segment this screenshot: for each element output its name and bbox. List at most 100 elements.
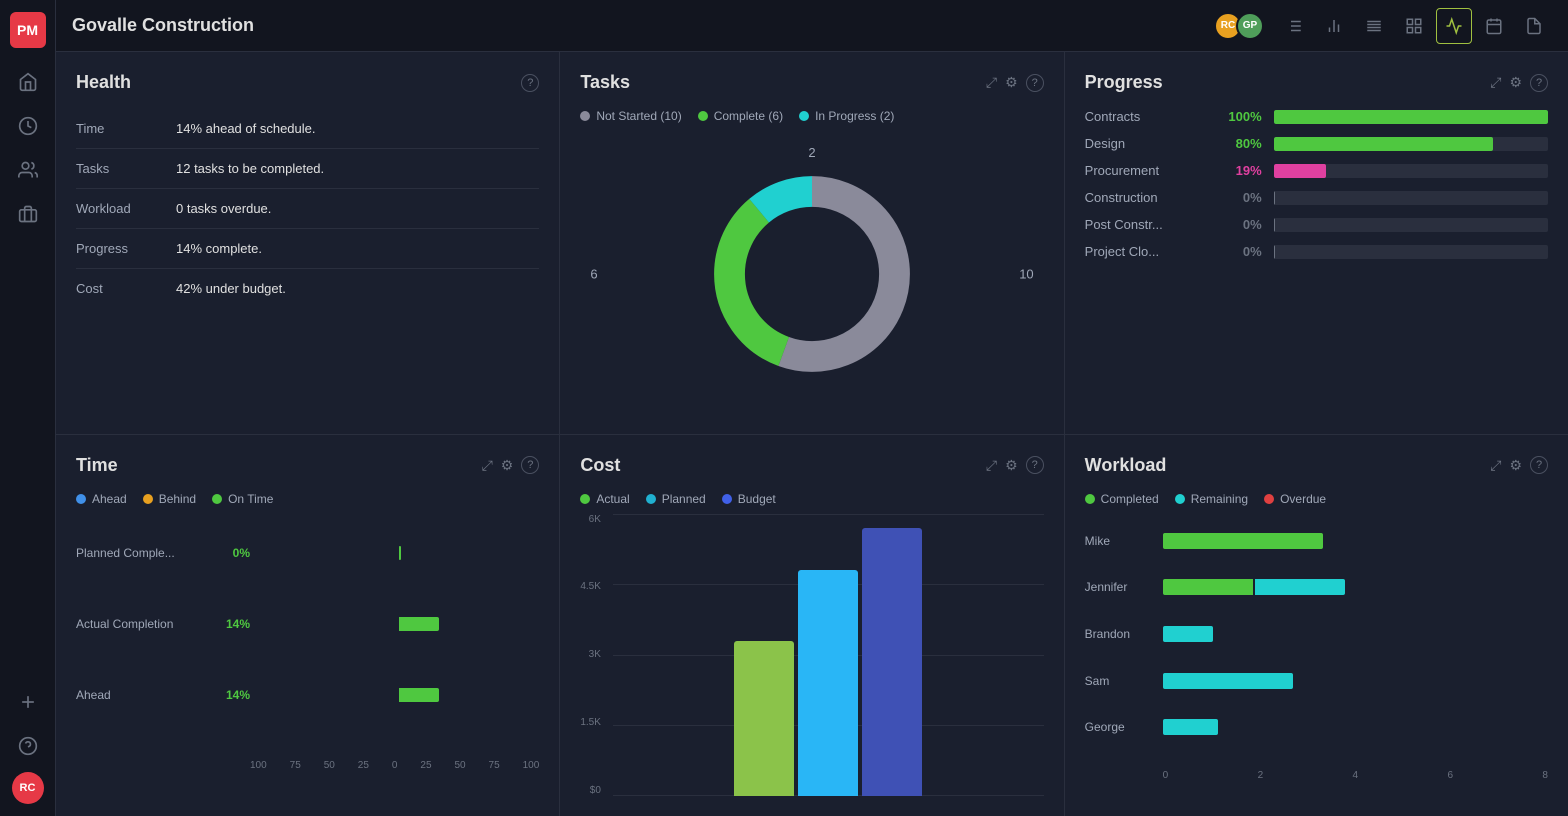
time-legend: Ahead Behind On Time [76,492,539,506]
workload-gear-icon[interactable]: ⚙ [1509,457,1522,474]
health-row-tasks: Tasks 12 tasks to be completed. [76,149,539,189]
legend-label-remaining: Remaining [1191,492,1248,506]
time-axis-100-left: 100 [250,760,267,771]
cost-help-icon[interactable]: ? [1026,456,1044,474]
toolbar-grid-icon[interactable] [1396,8,1432,44]
sidebar-add-button[interactable] [10,684,46,720]
legend-dot-in-progress [799,111,809,121]
cost-bar-group [734,514,922,797]
time-label-actual: Actual Completion [76,617,206,631]
sidebar-item-clock[interactable] [10,108,46,144]
legend-label-complete: Complete (6) [714,109,783,123]
progress-bar-bg-contracts [1274,110,1548,124]
progress-label-procurement: Procurement [1085,163,1205,178]
legend-behind: Behind [143,492,196,506]
workload-row-george: George [1085,719,1548,735]
progress-label-design: Design [1085,136,1205,151]
legend-label-behind: Behind [159,492,196,506]
time-axis-75-left: 75 [290,760,301,771]
sidebar-item-home[interactable] [10,64,46,100]
cost-bar-actual [734,641,794,796]
cost-expand-icon[interactable]: ⤢ [986,457,997,474]
progress-bar-construction [1274,191,1275,205]
toolbar-align-icon[interactable] [1356,8,1392,44]
donut-label-right: 10 [1019,267,1033,282]
legend-dot-behind [143,494,153,504]
health-panel-actions: ? [521,74,539,92]
time-expand-icon[interactable]: ⤢ [482,457,493,474]
tasks-legend: Not Started (10) Complete (6) In Progres… [580,109,1043,123]
progress-pct-design: 80% [1217,136,1262,151]
sidebar: PM RC [0,0,56,816]
sidebar-item-users[interactable] [10,152,46,188]
tasks-help-icon[interactable]: ? [1026,74,1044,92]
workload-bars-jennifer [1163,579,1548,595]
progress-help-icon[interactable]: ? [1530,74,1548,92]
sidebar-item-briefcase[interactable] [10,196,46,232]
toolbar-activity-icon[interactable] [1436,8,1472,44]
avatar-gp[interactable]: GP [1236,12,1264,40]
progress-expand-icon[interactable]: ⤢ [1490,74,1501,91]
health-value-progress: 14% complete. [176,241,262,256]
time-panel-actions: ⤢ ⚙ ? [482,456,540,474]
cost-gear-icon[interactable]: ⚙ [1005,457,1018,474]
sidebar-user-avatar[interactable]: RC [12,772,44,804]
project-avatars: RC GP [1214,12,1264,40]
donut-label-left: 6 [590,267,597,282]
time-bar-actual [258,614,539,634]
workload-row-sam: Sam [1085,673,1548,689]
time-bar-ahead [258,685,539,705]
legend-dot-actual [580,494,590,504]
legend-label-budget: Budget [738,492,776,506]
workload-bars-mike [1163,533,1548,549]
progress-bar-bg-post-construction [1274,218,1548,232]
health-panel-header: Health ? [76,72,539,93]
progress-panel-header: Progress ⤢ ⚙ ? [1085,72,1548,93]
time-gear-icon[interactable]: ⚙ [501,457,514,474]
time-axis-50-left: 50 [324,760,335,771]
time-axis-100-right: 100 [523,760,540,771]
workload-axis-4: 4 [1353,770,1359,781]
time-label-ahead: Ahead [76,688,206,702]
workload-name-sam: Sam [1085,674,1155,688]
legend-label-overdue: Overdue [1280,492,1326,506]
workload-help-icon[interactable]: ? [1530,456,1548,474]
toolbar-bar-chart-icon[interactable] [1316,8,1352,44]
workload-row-brandon: Brandon [1085,626,1548,642]
legend-dot-on-time [212,494,222,504]
time-label-planned: Planned Comple... [76,546,206,560]
legend-actual-cost: Actual [580,492,629,506]
progress-gear-icon[interactable]: ⚙ [1509,74,1522,91]
progress-pct-procurement: 19% [1217,163,1262,178]
progress-panel: Progress ⤢ ⚙ ? Contracts 100% [1065,52,1568,434]
app-logo[interactable]: PM [10,12,46,48]
progress-row-construction: Construction 0% [1085,190,1548,205]
workload-bar-george-remaining [1163,719,1218,735]
toolbar-calendar-icon[interactable] [1476,8,1512,44]
workload-bars-sam [1163,673,1548,689]
cost-legend: Actual Planned Budget [580,492,1043,506]
progress-label-construction: Construction [1085,190,1205,205]
time-row-ahead: Ahead 14% [76,685,539,705]
time-bar-fill-actual [399,617,439,631]
toolbar-file-icon[interactable] [1516,8,1552,44]
time-panel-header: Time ⤢ ⚙ ? [76,455,539,476]
toolbar-list-icon[interactable] [1276,8,1312,44]
health-label-cost: Cost [76,281,176,296]
workload-bar-jennifer-remaining [1255,579,1345,595]
health-label-time: Time [76,121,176,136]
tasks-expand-icon[interactable]: ⤢ [986,74,997,91]
time-help-icon[interactable]: ? [521,456,539,474]
legend-remaining: Remaining [1175,492,1248,506]
legend-dot-not-started [580,111,590,121]
legend-complete: Complete (6) [698,109,783,123]
legend-ahead: Ahead [76,492,127,506]
workload-name-jennifer: Jennifer [1085,580,1155,594]
sidebar-help-icon[interactable] [10,728,46,764]
tasks-gear-icon[interactable]: ⚙ [1005,74,1018,91]
health-help-icon[interactable]: ? [521,74,539,92]
workload-expand-icon[interactable]: ⤢ [1490,457,1501,474]
progress-label-contracts: Contracts [1085,109,1205,124]
workload-name-george: George [1085,720,1155,734]
progress-rows: Contracts 100% Design 80% [1085,109,1548,259]
